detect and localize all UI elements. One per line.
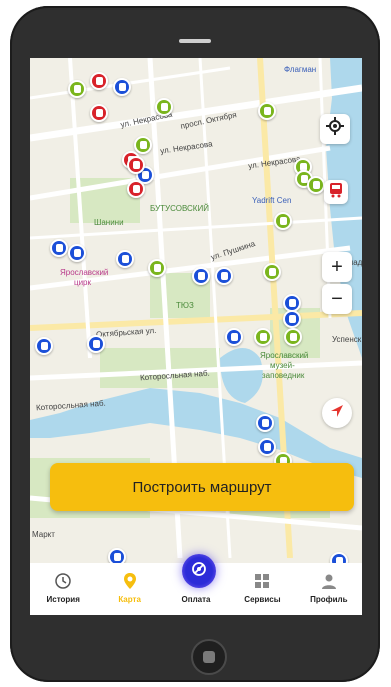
- clock-icon: [54, 571, 72, 591]
- map-label: Ярославский: [60, 268, 109, 277]
- tram-icon: [95, 77, 103, 85]
- compass-button[interactable]: [322, 398, 352, 428]
- bus-icon: [263, 443, 271, 451]
- tab-map[interactable]: Карта: [96, 563, 162, 615]
- person-icon: [321, 571, 337, 591]
- map-label: Шанини: [94, 218, 124, 227]
- payment-button[interactable]: [182, 554, 216, 588]
- locate-button[interactable]: [320, 114, 350, 144]
- bus-red-icon: [328, 181, 344, 204]
- tab-profile-label: Профиль: [310, 595, 348, 604]
- bus-icon: [118, 83, 126, 91]
- bus-icon: [73, 249, 81, 257]
- bus-icon: [113, 553, 121, 561]
- build-route-button[interactable]: Построить маршрут: [50, 463, 354, 511]
- trolley-icon: [153, 264, 161, 272]
- tab-history-label: История: [46, 595, 80, 604]
- payment-icon: [191, 561, 207, 582]
- zoom-in-button[interactable]: +: [322, 252, 352, 282]
- bus-icon: [220, 272, 228, 280]
- bus-stop-marker[interactable]: [116, 250, 134, 268]
- map-label: Флагман: [284, 65, 317, 74]
- trolley-stop-marker[interactable]: [307, 176, 325, 194]
- crosshair-icon: [326, 117, 344, 141]
- map-label: Успенск: [332, 335, 362, 344]
- trolley-stop-marker[interactable]: [155, 98, 173, 116]
- trolley-stop-marker[interactable]: [284, 328, 302, 346]
- map-label: Yadrift Cen: [252, 196, 292, 205]
- tab-services-label: Сервисы: [244, 595, 281, 604]
- bus-icon: [40, 342, 48, 350]
- tram-icon: [95, 109, 103, 117]
- trolley-icon: [289, 333, 297, 341]
- tab-history[interactable]: История: [30, 563, 96, 615]
- bus-stop-marker[interactable]: [50, 239, 68, 257]
- bus-stop-marker[interactable]: [256, 414, 274, 432]
- trolley-stop-marker[interactable]: [254, 328, 272, 346]
- trolley-stop-marker[interactable]: [258, 102, 276, 120]
- tram-stop-marker[interactable]: [90, 72, 108, 90]
- bus-stop-marker[interactable]: [192, 267, 210, 285]
- bus-icon: [230, 333, 238, 341]
- zoom-in-label: +: [331, 255, 343, 278]
- bus-stop-marker[interactable]: [258, 438, 276, 456]
- tab-services[interactable]: Сервисы: [229, 563, 295, 615]
- trolley-stop-marker[interactable]: [148, 259, 166, 277]
- trolley-icon: [263, 107, 271, 115]
- bus-stop-marker[interactable]: [283, 310, 301, 328]
- trolley-icon: [259, 333, 267, 341]
- grid-icon: [254, 571, 270, 591]
- map-label: цирк: [74, 278, 91, 287]
- trolley-stop-marker[interactable]: [274, 212, 292, 230]
- tram-stop-marker[interactable]: [127, 156, 145, 174]
- trolley-stop-marker[interactable]: [263, 263, 281, 281]
- zoom-out-button[interactable]: −: [322, 284, 352, 314]
- trolley-icon: [312, 181, 320, 189]
- map-label: музей-: [270, 361, 295, 370]
- bus-stop-marker[interactable]: [68, 244, 86, 262]
- map-label: БУТУСОВСКИЙ: [150, 204, 209, 213]
- phone-home-button[interactable]: [191, 639, 227, 675]
- tram-icon: [132, 161, 140, 169]
- tram-stop-marker[interactable]: [127, 180, 145, 198]
- bus-icon: [197, 272, 205, 280]
- bus-icon: [121, 255, 129, 263]
- map-label: заповедник: [262, 371, 305, 380]
- build-route-label: Построить маршрут: [132, 478, 272, 496]
- tab-map-label: Карта: [118, 595, 141, 604]
- trolley-icon: [160, 103, 168, 111]
- bus-stop-marker[interactable]: [225, 328, 243, 346]
- trolley-stop-marker[interactable]: [134, 136, 152, 154]
- app-screen: ул. Некрасова ул. Некрасова просп. Октября…: [30, 58, 362, 615]
- navigation-arrow-icon: [329, 402, 345, 425]
- map-label: Маркт: [32, 530, 55, 539]
- bus-icon: [55, 244, 63, 252]
- map-label: Ярославский: [260, 351, 309, 360]
- tram-stop-marker[interactable]: [90, 104, 108, 122]
- bus-stop-marker[interactable]: [113, 78, 131, 96]
- bus-icon: [141, 171, 149, 179]
- bus-icon: [261, 419, 269, 427]
- bus-stop-marker[interactable]: [35, 337, 53, 355]
- map-pin-icon: [122, 571, 138, 591]
- tab-payment-label: Оплата: [181, 595, 211, 604]
- bus-icon: [288, 315, 296, 323]
- bus-stop-marker[interactable]: [87, 335, 105, 353]
- trolley-icon: [73, 85, 81, 93]
- bus-stop-marker[interactable]: [215, 267, 233, 285]
- bus-icon: [92, 340, 100, 348]
- tram-icon: [132, 185, 140, 193]
- map-label: ТЮЗ: [176, 301, 194, 310]
- transport-filter-button[interactable]: [324, 180, 348, 204]
- bus-icon: [288, 299, 296, 307]
- zoom-out-label: −: [331, 287, 343, 310]
- trolley-icon: [139, 141, 147, 149]
- trolley-stop-marker[interactable]: [68, 80, 86, 98]
- trolley-icon: [268, 268, 276, 276]
- tab-profile[interactable]: Профиль: [296, 563, 362, 615]
- trolley-icon: [279, 217, 287, 225]
- phone-speaker: [179, 39, 211, 43]
